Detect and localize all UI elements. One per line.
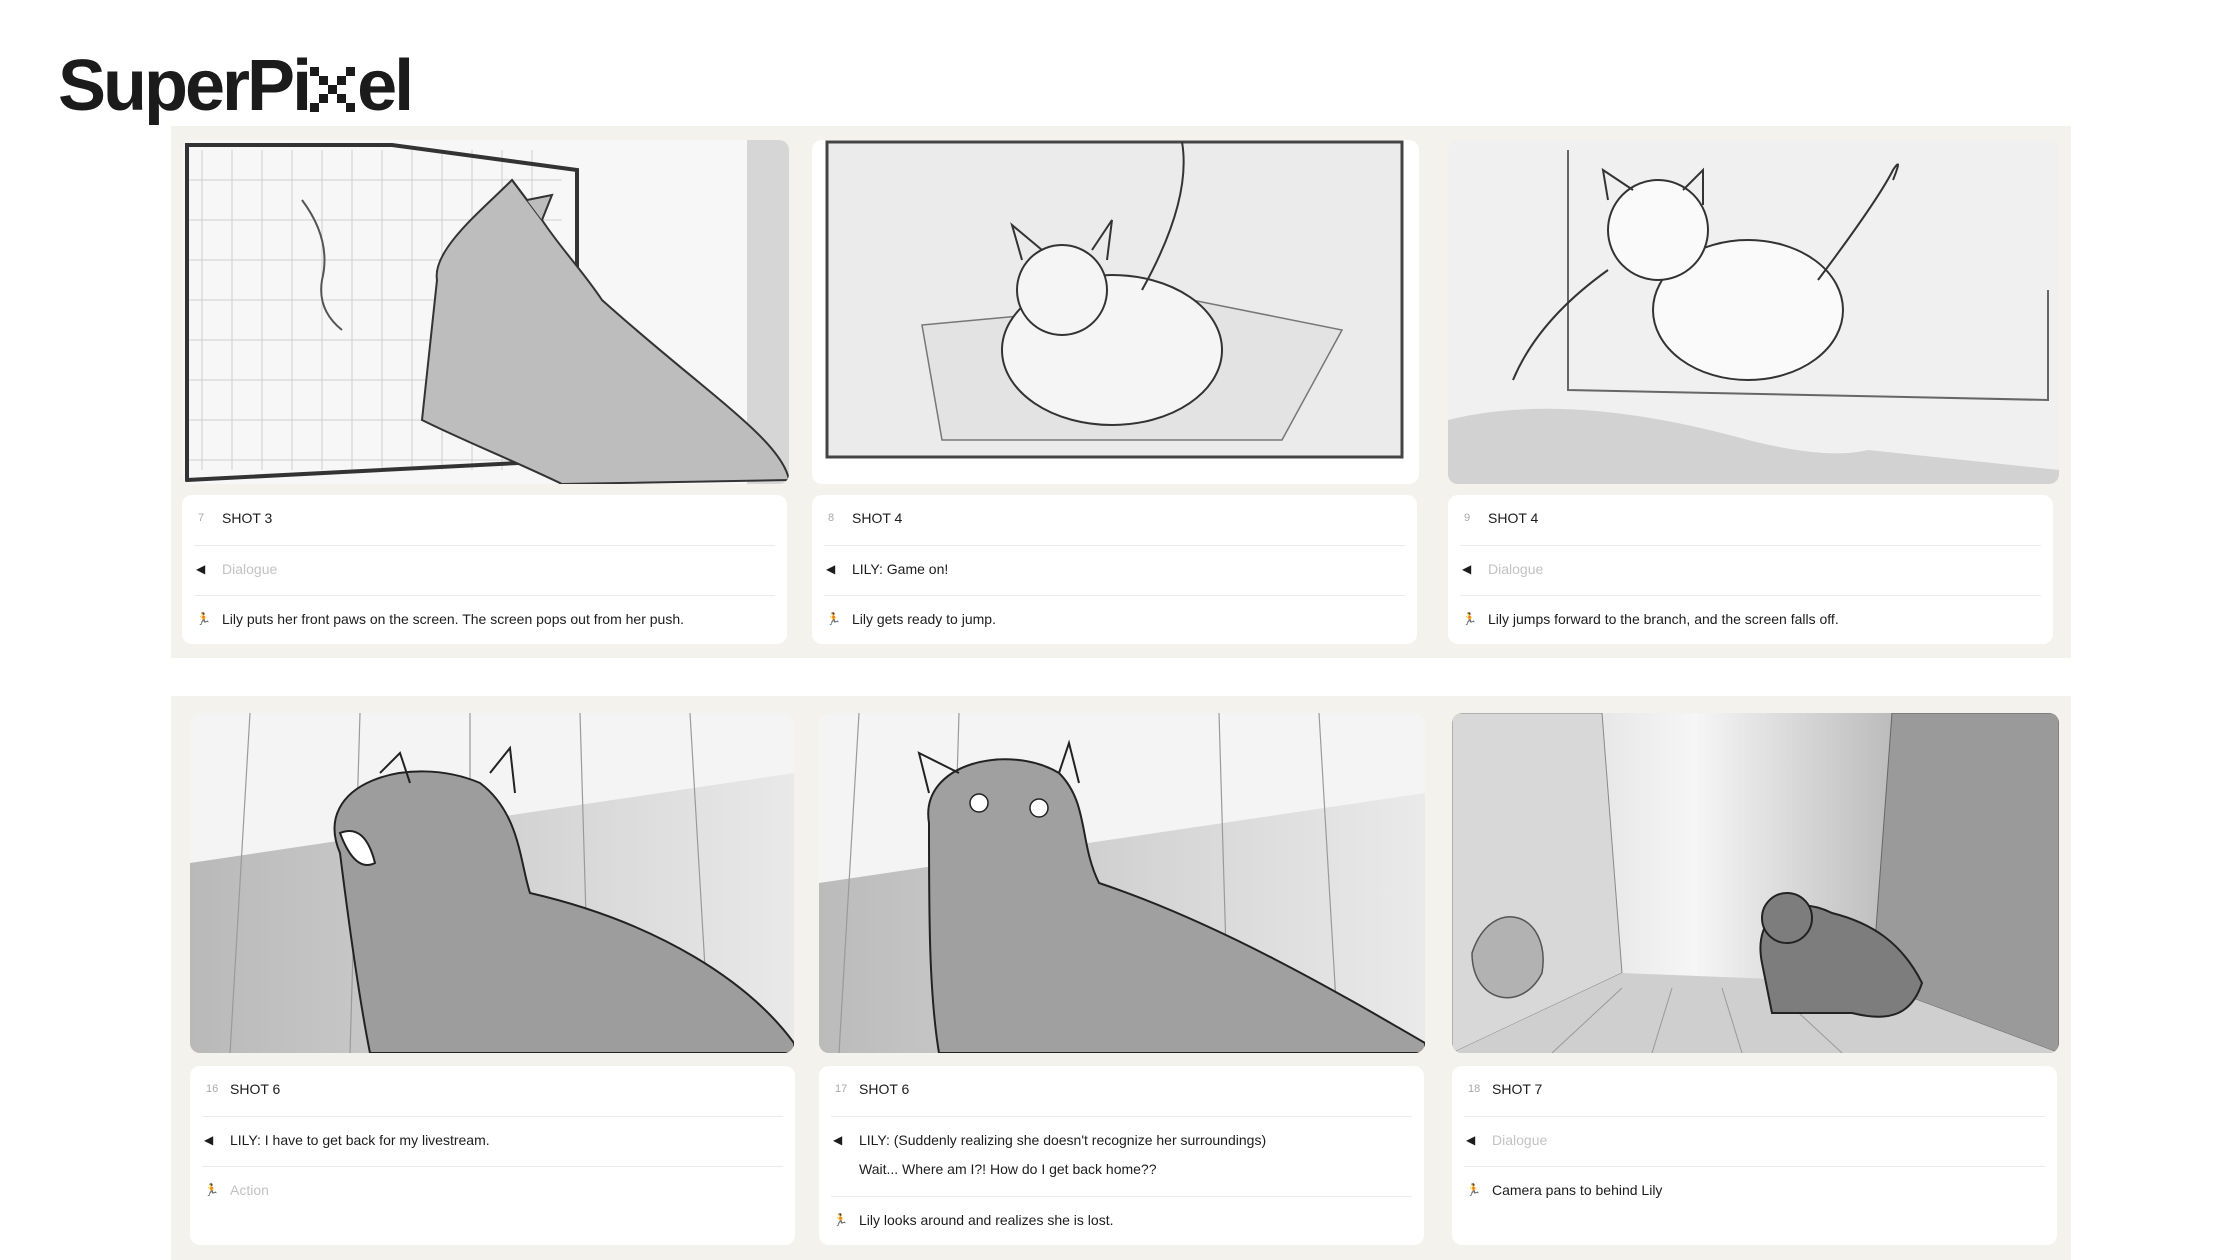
speaker-icon: ◀ — [1466, 1133, 1476, 1147]
dialogue-field[interactable]: LILY: (Suddenly realizing she doesn't re… — [859, 1131, 1412, 1179]
dialogue-field[interactable]: LILY: I have to get back for my livestre… — [230, 1131, 783, 1150]
shot-header: 7 SHOT 3 — [194, 495, 775, 545]
shot-card-7: 7 SHOT 3 ◀ Dialogue 🏃 Lily puts her fron… — [182, 495, 787, 644]
logo-text-left: SuperPi — [58, 46, 312, 126]
action-field[interactable]: Lily puts her front paws on the screen. … — [222, 610, 775, 629]
panel-number: 17 — [835, 1083, 848, 1095]
shot-label[interactable]: SHOT 7 — [1492, 1080, 1542, 1099]
dialogue-row: ◀ LILY: (Suddenly realizing she doesn't … — [831, 1116, 1412, 1196]
shot-card-17: 17 SHOT 6 ◀ LILY: (Suddenly realizing sh… — [819, 1066, 1424, 1245]
running-figure-icon: 🏃 — [833, 1213, 848, 1227]
pixel-x-mark — [310, 66, 356, 112]
panel-number: 18 — [1468, 1083, 1481, 1095]
running-figure-icon: 🏃 — [1462, 612, 1477, 626]
storyboard-frame-7[interactable] — [182, 140, 789, 484]
action-row: 🏃 Lily gets ready to jump. — [824, 595, 1405, 645]
storyboard-frame-8[interactable] — [812, 140, 1419, 484]
sketch-cat-ready-to-jump — [812, 140, 1419, 484]
dialogue-field[interactable]: Dialogue — [222, 560, 775, 579]
shot-header: 16 SHOT 6 — [202, 1066, 783, 1116]
panel-number: 9 — [1464, 512, 1471, 524]
dialogue-row: ◀ LILY: I have to get back for my livest… — [202, 1116, 783, 1166]
action-field[interactable]: Lily jumps forward to the branch, and th… — [1488, 610, 2041, 629]
speaker-icon: ◀ — [1462, 562, 1472, 576]
speaker-icon: ◀ — [833, 1133, 843, 1147]
dialogue-field[interactable]: Dialogue — [1492, 1131, 2045, 1150]
shot-header: 9 SHOT 4 — [1460, 495, 2041, 545]
action-row: 🏃 Lily puts her front paws on the screen… — [194, 595, 775, 645]
running-figure-icon: 🏃 — [1466, 1183, 1481, 1197]
shot-card-9: 9 SHOT 4 ◀ Dialogue 🏃 Lily jumps forward… — [1448, 495, 2053, 644]
storyboard-row-1: 7 SHOT 3 ◀ Dialogue 🏃 Lily puts her fron… — [171, 126, 2071, 658]
superpixel-logo: SuperPi el — [58, 46, 414, 126]
storyboard-frame-9[interactable] — [1448, 140, 2059, 484]
speaker-icon: ◀ — [826, 562, 836, 576]
action-field[interactable]: Action — [230, 1181, 783, 1200]
action-row: 🏃 Lily looks around and realizes she is … — [831, 1196, 1412, 1246]
sketch-cat-in-alley — [1452, 713, 2059, 1053]
action-row: 🏃 Camera pans to behind Lily — [1464, 1166, 2045, 1216]
shot-card-8: 8 SHOT 4 ◀ LILY: Game on! 🏃 Lily gets re… — [812, 495, 1417, 644]
shot-label[interactable]: SHOT 6 — [859, 1080, 909, 1099]
shot-card-18: 18 SHOT 7 ◀ Dialogue 🏃 Camera pans to be… — [1452, 1066, 2057, 1245]
action-field[interactable]: Camera pans to behind Lily — [1492, 1181, 2045, 1200]
shot-header: 17 SHOT 6 — [831, 1066, 1412, 1116]
shot-label[interactable]: SHOT 4 — [1488, 509, 1538, 528]
storyboard-frame-16[interactable] — [190, 713, 794, 1053]
shot-label[interactable]: SHOT 3 — [222, 509, 272, 528]
sketch-cat-jumps-forward — [1448, 140, 2059, 484]
shot-header: 18 SHOT 7 — [1464, 1066, 2045, 1116]
sketch-cat-paws-on-screen — [182, 140, 789, 484]
shot-label[interactable]: SHOT 6 — [230, 1080, 280, 1099]
dialogue-row: ◀ LILY: Game on! — [824, 545, 1405, 595]
shot-label[interactable]: SHOT 4 — [852, 509, 902, 528]
shot-card-16: 16 SHOT 6 ◀ LILY: I have to get back for… — [190, 1066, 795, 1245]
dialogue-row: ◀ Dialogue — [1464, 1116, 2045, 1166]
shot-header: 8 SHOT 4 — [824, 495, 1405, 545]
sketch-cat-worried — [819, 713, 1425, 1053]
running-figure-icon: 🏃 — [204, 1183, 219, 1197]
dialogue-row: ◀ Dialogue — [194, 545, 775, 595]
action-field[interactable]: Lily gets ready to jump. — [852, 610, 1405, 629]
dialogue-line-2: Wait... Where am I?! How do I get back h… — [859, 1161, 1157, 1177]
panel-number: 16 — [206, 1083, 219, 1095]
storyboard-frame-17[interactable] — [819, 713, 1425, 1053]
storyboard-row-2: 16 SHOT 6 ◀ LILY: I have to get back for… — [171, 696, 2071, 1260]
panel-number: 7 — [198, 512, 205, 524]
running-figure-icon: 🏃 — [826, 612, 841, 626]
dialogue-field[interactable]: Dialogue — [1488, 560, 2041, 579]
logo-text-right: el — [357, 46, 414, 126]
speaker-icon: ◀ — [196, 562, 206, 576]
action-row: 🏃 Action — [202, 1166, 783, 1216]
dialogue-field[interactable]: LILY: Game on! — [852, 560, 1405, 579]
panel-number: 8 — [828, 512, 835, 524]
speaker-icon: ◀ — [204, 1133, 214, 1147]
action-row: 🏃 Lily jumps forward to the branch, and … — [1460, 595, 2041, 645]
sketch-cat-yelling — [190, 713, 794, 1053]
action-field[interactable]: Lily looks around and realizes she is lo… — [859, 1211, 1412, 1230]
storyboard-frame-18[interactable] — [1452, 713, 2059, 1053]
running-figure-icon: 🏃 — [196, 612, 211, 626]
dialogue-line-1: LILY: (Suddenly realizing she doesn't re… — [859, 1132, 1267, 1148]
dialogue-row: ◀ Dialogue — [1460, 545, 2041, 595]
